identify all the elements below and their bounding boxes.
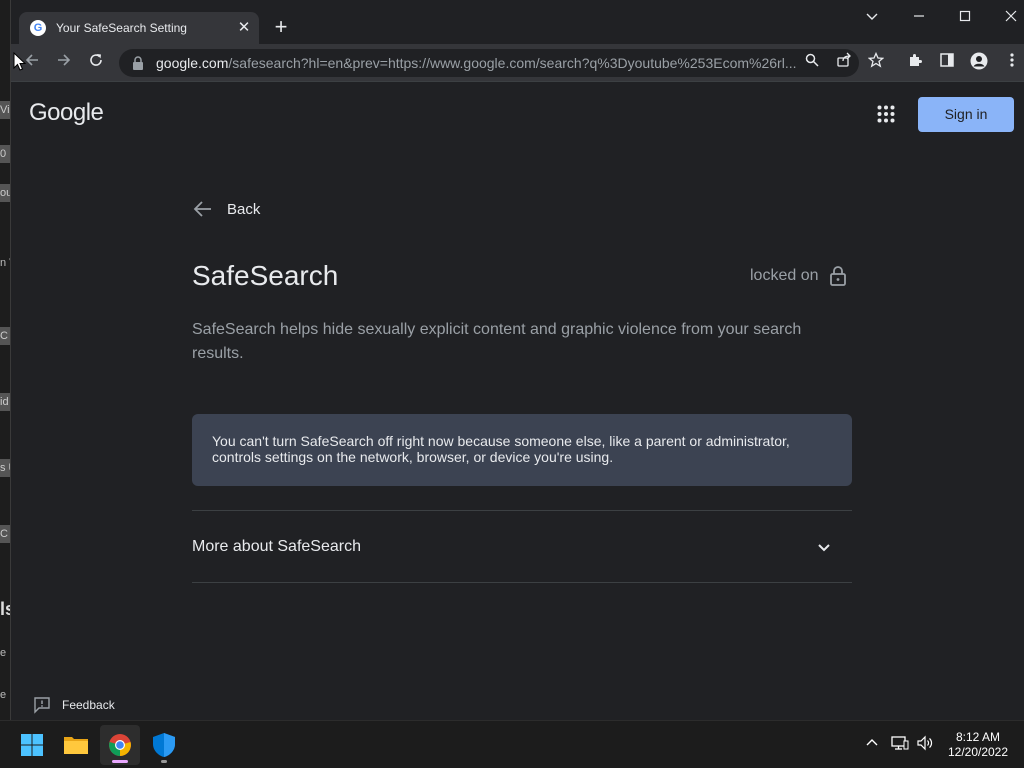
notice-text-line1: You can't turn SafeSearch off right now … [212,433,790,449]
lock-icon [829,266,846,286]
page-content: Google Sign in Back SafeSearch locked on [11,82,1024,720]
back-label: Back [227,200,261,218]
desktop-screen: Vi 0 ou n V C id s U C ls e e G Your Saf… [0,0,1024,768]
safesearch-description: SafeSearch helps hide sexually explicit … [192,321,802,362]
background-fragment: e [0,647,7,659]
background-fragment: Vi [0,101,10,119]
show-hidden-icons-chevron-up-icon[interactable] [862,735,882,755]
chrome-taskbar-button[interactable] [100,725,140,765]
taskbar: 8:12 AM 12/20/2022 [0,720,1024,768]
defender-taskbar-button[interactable] [144,725,184,765]
taskbar-clock[interactable]: 8:12 AM 12/20/2022 [940,730,1016,760]
sign-in-button[interactable]: Sign in [918,97,1014,132]
close-window-button[interactable] [1000,6,1022,28]
start-button[interactable] [12,725,52,765]
locked-notice-box: You can't turn SafeSearch off right now … [192,414,852,486]
browser-menu-icon[interactable] [1001,52,1023,74]
bookmark-star-icon[interactable] [865,51,887,74]
browser-toolbar: google.com/safesearch?hl=en&prev=https:/… [11,44,1024,82]
chrome-icon [109,734,131,756]
minimize-button[interactable] [908,6,930,28]
file-explorer-button[interactable] [56,725,96,765]
clock-time: 8:12 AM [955,730,1001,744]
background-fragment: ou [0,184,10,202]
address-url[interactable]: google.com/safesearch?hl=en&prev=https:/… [156,55,796,71]
feedback-label: Feedback [62,698,115,712]
folder-icon [64,737,88,754]
background-fragment: C [0,525,10,543]
back-arrow-icon [193,201,211,217]
feedback-link[interactable]: Feedback [33,696,115,714]
browser-window: G Your SafeSearch Setting ✕ + google.com… [11,0,1024,720]
page-title: SafeSearch [192,260,339,291]
back-link[interactable]: Back [192,198,260,220]
mouse-cursor-icon [13,52,27,71]
notice-text-line2: controls settings on the network, browse… [212,449,614,465]
extensions-puzzle-icon[interactable] [904,52,926,74]
reload-button[interactable] [85,52,107,74]
running-app-indicator [161,760,167,763]
address-bar[interactable]: google.com/safesearch?hl=en&prev=https:/… [119,49,859,77]
status-label: locked on [750,267,819,284]
windows-logo-icon [21,734,43,756]
search-icon[interactable] [801,52,823,74]
shield-icon [153,733,175,757]
new-tab-button[interactable]: + [269,16,293,40]
more-about-label: More about SafeSearch [192,537,361,555]
safesearch-status: locked on [750,265,849,287]
background-fragment: C [0,327,10,345]
google-favicon-icon: G [30,20,46,36]
tab-close-icon[interactable]: ✕ [235,19,253,37]
background-fragment: 0 [0,145,10,163]
active-app-indicator [112,760,128,763]
lock-icon[interactable] [132,56,144,70]
maximize-button[interactable] [954,6,976,28]
chevron-down-icon [818,543,830,551]
profile-avatar-icon[interactable] [968,52,990,74]
google-logo[interactable]: Google [29,99,104,127]
background-fragment: id [0,393,10,411]
background-fragment: n V [0,257,10,269]
tab-search-chevron-down-icon[interactable] [861,6,883,28]
clock-date: 12/20/2022 [947,745,1009,759]
browser-titlebar: G Your SafeSearch Setting ✕ + [11,0,1024,44]
more-about-safesearch-expander[interactable]: More about SafeSearch [192,510,852,583]
background-fragment: e [0,689,7,701]
browser-tab-active[interactable]: G Your SafeSearch Setting ✕ [19,12,259,44]
feedback-icon [34,697,50,714]
share-icon[interactable] [833,52,855,74]
background-fragment: ls [0,599,10,619]
volume-icon[interactable] [915,735,935,755]
forward-nav-button[interactable] [53,52,75,74]
tab-title: Your SafeSearch Setting [56,21,187,35]
google-apps-grid-icon[interactable] [874,102,898,126]
url-path: /safesearch?hl=en&prev=https://www.googl… [228,55,796,71]
side-panel-icon[interactable] [936,52,958,74]
url-host: google.com [156,55,229,71]
background-window-edge: Vi 0 ou n V C id s U C ls e e [0,0,11,720]
background-fragment: s U [0,459,10,477]
network-icon[interactable] [890,735,910,755]
